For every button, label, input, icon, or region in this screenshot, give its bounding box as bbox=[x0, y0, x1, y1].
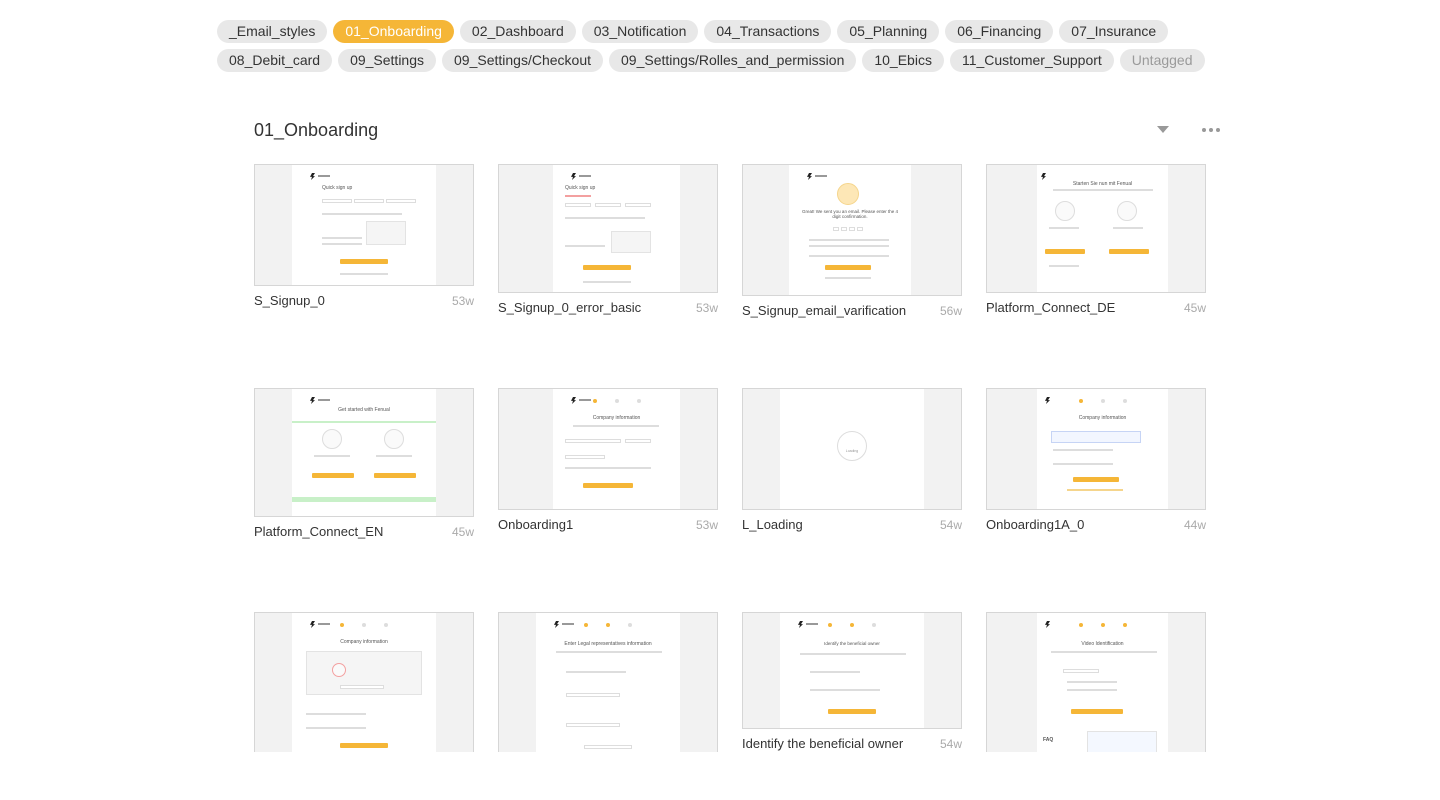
artboard-thumbnail[interactable]: Loading bbox=[742, 388, 962, 510]
artboard-thumbnail[interactable]: Video Identification FAQ bbox=[986, 612, 1206, 752]
tag-settings[interactable]: 09_Settings bbox=[338, 49, 437, 72]
tag-debit-card[interactable]: 08_Debit_card bbox=[217, 49, 333, 72]
logo-icon bbox=[571, 397, 576, 404]
artboard-card[interactable]: Quick sign up S_Signup_0 53w bbox=[254, 164, 474, 308]
thumb-title: Quick sign up bbox=[322, 185, 353, 191]
logo-icon bbox=[798, 621, 803, 628]
artboard-thumbnail[interactable]: Company information bbox=[254, 612, 474, 752]
tag-untagged[interactable]: Untagged bbox=[1119, 49, 1205, 72]
tag-ebics[interactable]: 10_Ebics bbox=[862, 49, 944, 72]
artboard-card[interactable]: Enter Legal representatives information bbox=[498, 612, 718, 752]
tag-settings-roles[interactable]: 09_Settings/Rolles_and_permission bbox=[609, 49, 857, 72]
artboard-width: 45w bbox=[451, 525, 474, 539]
tag-financing[interactable]: 06_Financing bbox=[945, 20, 1054, 43]
artboard-name: L_Loading bbox=[742, 517, 803, 532]
logo-icon bbox=[571, 173, 576, 180]
logo-icon bbox=[310, 397, 315, 404]
artboard-name: S_Signup_email_varification bbox=[742, 303, 907, 318]
artboard-card[interactable]: Company information Onboarding1A_0 44w bbox=[986, 388, 1206, 532]
artboard-name: S_Signup_0_error_basic bbox=[498, 300, 642, 315]
logo-icon bbox=[1045, 397, 1050, 404]
artboard-name: Platform_Connect_EN bbox=[254, 524, 384, 539]
thumb-title: Company information bbox=[340, 639, 388, 645]
artboard-thumbnail[interactable]: Enter Legal representatives information bbox=[498, 612, 718, 752]
tag-onboarding[interactable]: 01_Onboarding bbox=[333, 20, 454, 43]
artboard-card[interactable]: Company information Onboarding1 53w bbox=[498, 388, 718, 532]
thumb-title: Loading bbox=[845, 449, 859, 453]
artboard-thumbnail[interactable]: Identify the beneficial owner bbox=[742, 612, 962, 729]
tag-filter-bar: _Email_styles 01_Onboarding 02_Dashboard… bbox=[217, 20, 1217, 78]
artboard-name: Platform_Connect_DE bbox=[986, 300, 1116, 315]
artboard-thumbnail[interactable]: Get started with Fenual bbox=[254, 388, 474, 517]
tag-planning[interactable]: 05_Planning bbox=[837, 20, 940, 43]
artboard-name: S_Signup_0 bbox=[254, 293, 325, 308]
tag-email-styles[interactable]: _Email_styles bbox=[217, 20, 328, 43]
artboard-card[interactable]: Get started with Fenual Platform_Connect… bbox=[254, 388, 474, 539]
artboard-card[interactable]: Starten Sie nun mit Fenual Platform_Conn… bbox=[986, 164, 1206, 315]
thumb-title: Get started with Fenual bbox=[338, 407, 390, 413]
artboard-card[interactable]: Identify the beneficial owner Identify t… bbox=[742, 612, 962, 751]
thumb-title: Enter Legal representatives information bbox=[564, 641, 652, 647]
artboard-name: Identify the beneficial owner bbox=[742, 736, 904, 751]
logo-icon bbox=[310, 173, 315, 180]
artboard-card[interactable]: Company information bbox=[254, 612, 474, 752]
tag-insurance[interactable]: 07_Insurance bbox=[1059, 20, 1169, 43]
artboard-thumbnail[interactable]: Great! We sent you an email. Please ente… bbox=[742, 164, 962, 296]
loading-spinner-icon bbox=[837, 431, 867, 461]
thumb-title: Starten Sie nun mit Fenual bbox=[1072, 181, 1133, 187]
artboard-width: 45w bbox=[1183, 301, 1206, 315]
artboard-width: 53w bbox=[695, 301, 718, 315]
artboard-thumbnail[interactable]: Starten Sie nun mit Fenual bbox=[986, 164, 1206, 293]
thumb-title: Identify the beneficial owner bbox=[824, 641, 880, 646]
tag-customer-support[interactable]: 11_Customer_Support bbox=[949, 49, 1114, 72]
artboard-thumbnail[interactable]: Quick sign up bbox=[254, 164, 474, 286]
logo-icon bbox=[310, 621, 315, 628]
tag-row-2: 08_Debit_card 09_Settings 09_Settings/Ch… bbox=[217, 49, 1217, 72]
artboard-width: 56w bbox=[939, 304, 962, 318]
chevron-down-icon[interactable] bbox=[1157, 126, 1169, 133]
tag-row-1: _Email_styles 01_Onboarding 02_Dashboard… bbox=[217, 20, 1217, 43]
artboard-card[interactable]: Video Identification FAQ bbox=[986, 612, 1206, 752]
thumb-title: Quick sign up bbox=[565, 185, 596, 191]
more-icon[interactable] bbox=[1202, 124, 1222, 136]
artboard-card[interactable]: Loading L_Loading 54w bbox=[742, 388, 962, 532]
artboard-width: 53w bbox=[451, 294, 474, 308]
logo-icon bbox=[1045, 621, 1050, 628]
artboard-width: 54w bbox=[939, 518, 962, 532]
section-title: 01_Onboarding bbox=[254, 120, 379, 140]
artboard-width: 53w bbox=[695, 518, 718, 532]
artboard-name: Onboarding1 bbox=[498, 517, 574, 532]
artboard-card[interactable]: Quick sign up S_Signup_0_error_basic 53w bbox=[498, 164, 718, 315]
logo-icon bbox=[554, 621, 559, 628]
artboard-thumbnail[interactable]: Company information bbox=[498, 388, 718, 510]
thumb-title: Great! We sent you an email. Please ente… bbox=[802, 209, 898, 219]
artboard-width: 54w bbox=[939, 737, 962, 751]
logo-icon bbox=[807, 173, 812, 180]
tag-notification[interactable]: 03_Notification bbox=[581, 20, 699, 43]
artboard-name: Onboarding1A_0 bbox=[986, 517, 1085, 532]
tag-settings-checkout[interactable]: 09_Settings/Checkout bbox=[442, 49, 603, 72]
thumb-title: Company information bbox=[592, 415, 641, 421]
thumb-title: Company information bbox=[1078, 415, 1127, 421]
logo-icon bbox=[1041, 173, 1046, 180]
tag-dashboard[interactable]: 02_Dashboard bbox=[459, 20, 576, 43]
thumb-title: Video Identification bbox=[1081, 641, 1124, 647]
faq-heading: FAQ bbox=[1043, 737, 1054, 743]
artboard-thumbnail[interactable]: Quick sign up bbox=[498, 164, 718, 293]
artboard-card[interactable]: Great! We sent you an email. Please ente… bbox=[742, 164, 962, 318]
artboard-thumbnail[interactable]: Company information bbox=[986, 388, 1206, 510]
artboard-width: 44w bbox=[1183, 518, 1206, 532]
tag-transactions[interactable]: 04_Transactions bbox=[704, 20, 832, 43]
envelope-icon bbox=[837, 183, 859, 205]
